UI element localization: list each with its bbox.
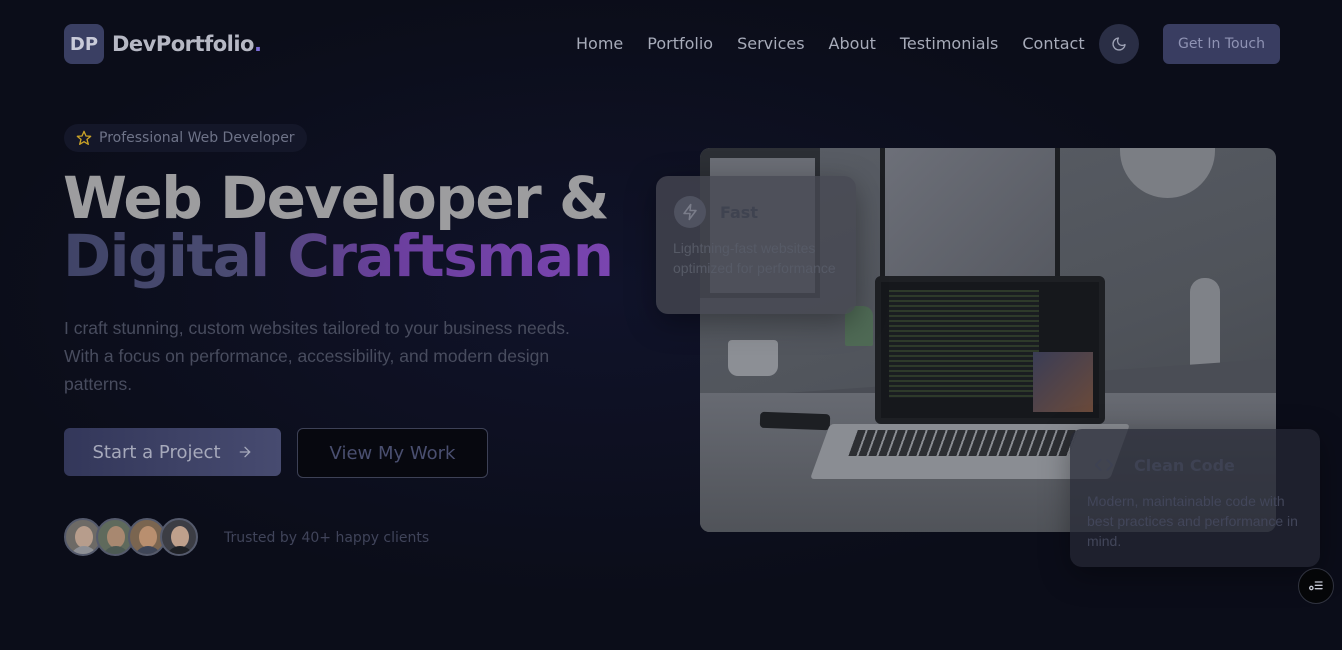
menu-list-icon <box>1309 581 1323 591</box>
trusted-text: Trusted by 40+ happy clients <box>224 530 430 546</box>
start-project-label: Start a Project <box>92 441 221 463</box>
nav-testimonials[interactable]: Testimonials <box>900 34 999 53</box>
code-icon-wrap <box>1088 449 1120 481</box>
logo-text: DevPortfolio <box>112 32 254 56</box>
theme-toggle-button[interactable] <box>1099 24 1139 64</box>
floating-menu-button[interactable] <box>1298 568 1334 604</box>
view-work-button[interactable]: View My Work <box>297 428 488 478</box>
logo-dot: . <box>253 32 262 56</box>
arrow-right-icon <box>239 446 250 458</box>
hero-title-line2: Digital Craftsman <box>63 222 614 290</box>
page-background: DP DevPortfolio . Home Portfolio Service… <box>0 0 1342 650</box>
feature-card-fast: Fast Lightning-fast websites optimized f… <box>656 176 856 314</box>
nav-services[interactable]: Services <box>737 34 804 53</box>
lightning-icon <box>683 203 697 221</box>
feature-card-description: Lightning-fast websites optimized for pe… <box>673 240 836 276</box>
nav-portfolio[interactable]: Portfolio <box>647 34 713 53</box>
moon-icon <box>1112 37 1126 51</box>
logo[interactable]: DP DevPortfolio . <box>64 24 262 64</box>
nav-contact[interactable]: Contact <box>1022 34 1084 53</box>
logo-badge: DP <box>64 24 104 64</box>
client-avatars <box>64 518 198 556</box>
nav-about[interactable]: About <box>829 34 876 53</box>
nav-home[interactable]: Home <box>576 34 623 53</box>
hero-badge-text: Professional Web Developer <box>99 130 295 146</box>
star-icon <box>76 130 92 145</box>
feature-card-title: Clean Code <box>1134 456 1235 475</box>
get-in-touch-button[interactable]: Get In Touch <box>1163 24 1280 64</box>
start-project-button[interactable]: Start a Project <box>64 428 281 476</box>
feature-card-clean-code: Clean Code Modern, maintainable code wit… <box>1070 429 1320 567</box>
code-icon <box>1094 459 1114 471</box>
avatar <box>160 518 198 556</box>
hero-description: I craft stunning, custom websites tailor… <box>64 318 570 394</box>
hero-badge: Professional Web Developer <box>64 124 307 152</box>
feature-card-description: Modern, maintainable code with best prac… <box>1087 493 1298 549</box>
feature-card-title: Fast <box>720 203 758 222</box>
lightning-icon-wrap <box>674 196 706 228</box>
main-nav: Home Portfolio Services About Testimonia… <box>576 34 1085 53</box>
